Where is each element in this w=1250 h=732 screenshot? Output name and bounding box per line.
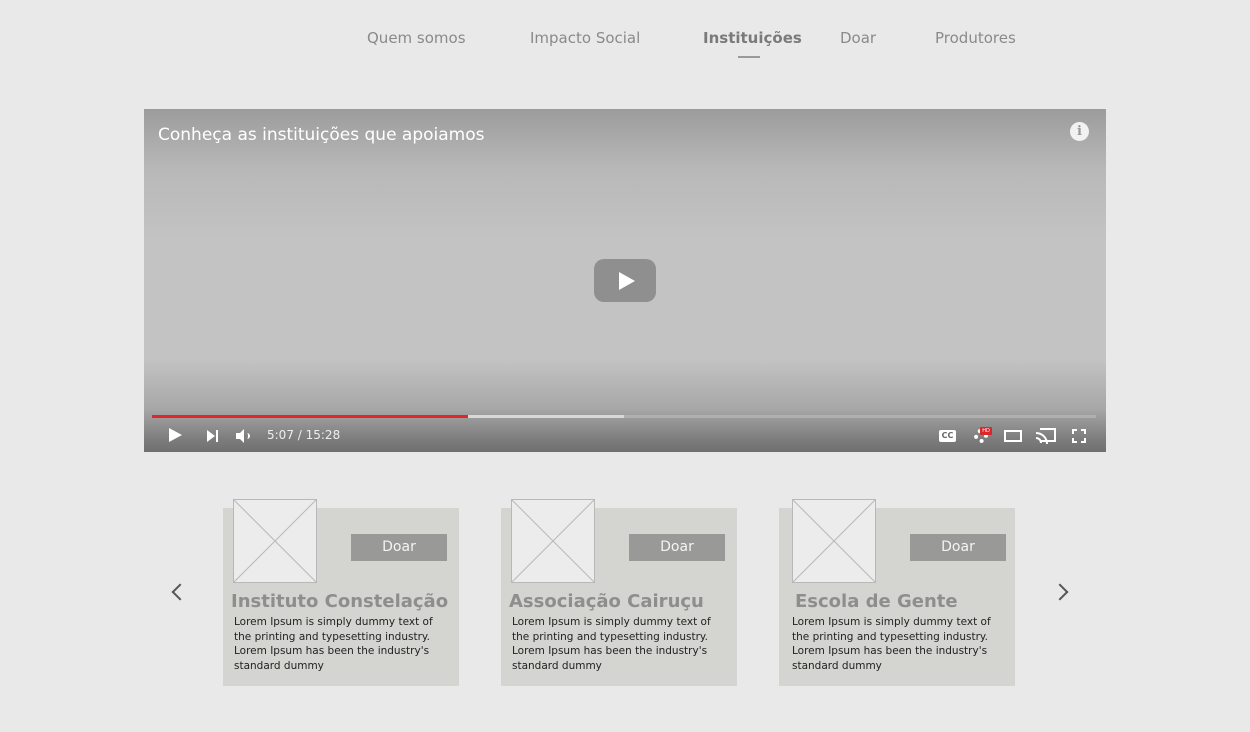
institution-card: Doar Associação Cairuçu Lorem Ipsum is s… bbox=[501, 499, 737, 686]
fullscreen-icon[interactable] bbox=[1072, 429, 1086, 443]
image-placeholder-icon bbox=[233, 499, 317, 583]
big-play-button[interactable] bbox=[594, 259, 656, 302]
captions-icon[interactable]: CC bbox=[939, 430, 956, 442]
cast-icon[interactable] bbox=[1036, 428, 1056, 444]
institution-card: Doar Instituto Constelação Lorem Ipsum i… bbox=[223, 499, 459, 686]
volume-icon[interactable] bbox=[236, 429, 252, 443]
donate-button[interactable]: Doar bbox=[910, 534, 1006, 561]
hd-badge: HD bbox=[980, 427, 992, 435]
top-nav: Quem somos Impacto Social Instituições D… bbox=[0, 0, 1250, 80]
donate-button[interactable]: Doar bbox=[629, 534, 725, 561]
nav-item-quem-somos[interactable]: Quem somos bbox=[367, 29, 466, 47]
card-description: Lorem Ipsum is simply dummy text of the … bbox=[512, 616, 711, 672]
progress-bar[interactable] bbox=[152, 415, 1096, 418]
card-description: Lorem Ipsum is simply dummy text of the … bbox=[792, 616, 991, 672]
nav-item-impacto-social[interactable]: Impacto Social bbox=[530, 29, 640, 47]
next-icon[interactable] bbox=[207, 430, 219, 442]
info-icon[interactable]: i bbox=[1070, 122, 1089, 141]
image-placeholder-icon bbox=[511, 499, 595, 583]
play-icon[interactable] bbox=[169, 428, 182, 442]
progress-played bbox=[152, 415, 469, 418]
card-description: Lorem Ipsum is simply dummy text of the … bbox=[234, 616, 433, 672]
card-title: Instituto Constelação bbox=[231, 591, 449, 612]
nav-active-underline bbox=[738, 56, 760, 58]
image-placeholder-icon bbox=[792, 499, 876, 583]
donate-button[interactable]: Doar bbox=[351, 534, 447, 561]
institution-card: Doar Escola de Gente Lorem Ipsum is simp… bbox=[779, 499, 1015, 686]
card-title: Escola de Gente bbox=[795, 591, 958, 612]
card-title: Associação Cairuçu bbox=[509, 591, 704, 612]
time-display: 5:07 / 15:28 bbox=[267, 428, 341, 442]
carousel-next-icon[interactable] bbox=[1054, 582, 1068, 602]
nav-item-instituicoes[interactable]: Instituições bbox=[703, 29, 802, 47]
nav-item-doar[interactable]: Doar bbox=[840, 29, 876, 47]
video-title[interactable]: Conheça as instituições que apoiamos bbox=[158, 125, 485, 145]
video-player[interactable]: Conheça as instituições que apoiamos i 5… bbox=[144, 109, 1106, 452]
carousel-prev-icon[interactable] bbox=[170, 582, 184, 602]
theater-mode-icon[interactable] bbox=[1004, 430, 1022, 442]
nav-item-produtores[interactable]: Produtores bbox=[935, 29, 1016, 47]
